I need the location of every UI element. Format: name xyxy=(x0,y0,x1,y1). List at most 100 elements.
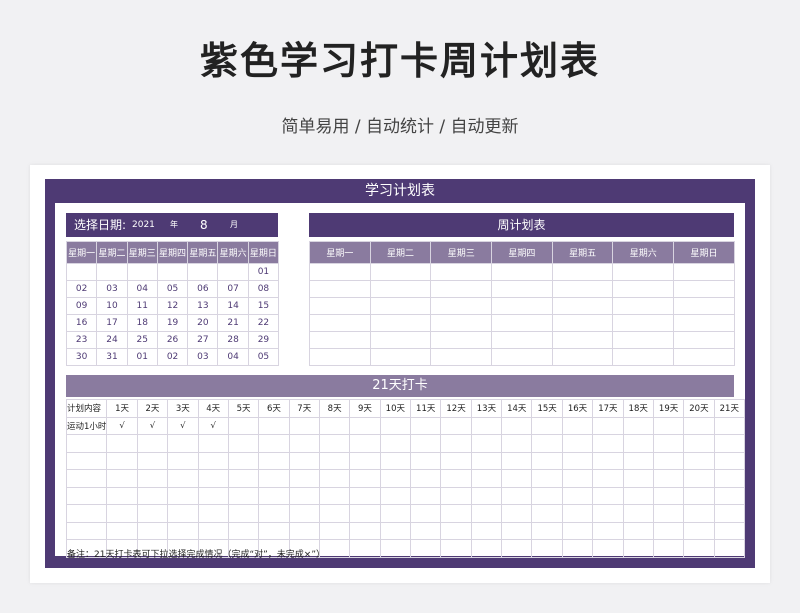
checkin-cell[interactable] xyxy=(197,451,229,470)
checkin-cell[interactable] xyxy=(501,539,533,558)
checkin-cell[interactable] xyxy=(136,521,169,540)
checkin-cell[interactable] xyxy=(167,521,199,540)
checkin-cell[interactable] xyxy=(288,504,320,523)
checkin-cell[interactable] xyxy=(379,469,412,488)
checkin-cell[interactable] xyxy=(561,469,594,488)
checkin-cell[interactable] xyxy=(288,521,320,540)
plan-cell[interactable] xyxy=(612,314,675,332)
checkin-cell[interactable] xyxy=(561,434,594,453)
checkin-cell[interactable] xyxy=(136,451,169,470)
checkin-cell[interactable] xyxy=(288,434,320,453)
checkin-cell[interactable] xyxy=(227,521,260,540)
checkin-mark[interactable]: √ xyxy=(167,416,199,435)
plan-cell[interactable] xyxy=(369,297,432,315)
checkin-mark[interactable] xyxy=(288,416,320,435)
checkin-cell[interactable] xyxy=(531,486,563,505)
checkin-cell[interactable] xyxy=(683,434,715,453)
plan-cell[interactable] xyxy=(491,297,553,315)
checkin-cell[interactable] xyxy=(379,504,412,523)
checkin-cell[interactable] xyxy=(410,451,442,470)
checkin-cell[interactable] xyxy=(561,539,594,558)
checkin-cell[interactable] xyxy=(227,469,260,488)
checkin-cell[interactable] xyxy=(531,434,563,453)
checkin-cell[interactable] xyxy=(470,504,503,523)
checkin-mark[interactable] xyxy=(379,416,412,435)
checkin-cell[interactable] xyxy=(349,434,381,453)
checkin-cell[interactable] xyxy=(470,451,503,470)
plan-cell[interactable] xyxy=(551,280,614,298)
checkin-cell[interactable] xyxy=(501,521,533,540)
plan-cell[interactable] xyxy=(369,331,432,349)
checkin-cell[interactable] xyxy=(349,539,381,558)
checkin-cell[interactable] xyxy=(410,504,442,523)
checkin-cell[interactable] xyxy=(258,469,290,488)
checkin-cell[interactable] xyxy=(592,486,624,505)
checkin-cell[interactable] xyxy=(440,539,472,558)
checkin-cell[interactable] xyxy=(227,486,260,505)
checkin-cell[interactable] xyxy=(258,521,290,540)
checkin-cell[interactable] xyxy=(592,521,624,540)
checkin-cell[interactable] xyxy=(652,486,685,505)
checkin-mark[interactable] xyxy=(470,416,503,435)
checkin-cell[interactable] xyxy=(683,504,715,523)
plan-cell[interactable] xyxy=(309,331,371,349)
checkin-cell[interactable] xyxy=(410,434,442,453)
checkin-cell[interactable] xyxy=(410,521,442,540)
checkin-mark[interactable]: √ xyxy=(106,416,138,435)
checkin-cell[interactable] xyxy=(652,434,685,453)
checkin-cell[interactable] xyxy=(167,486,199,505)
checkin-cell[interactable] xyxy=(106,521,138,540)
plan-cell[interactable] xyxy=(369,263,432,281)
checkin-cell[interactable] xyxy=(379,539,412,558)
checkin-cell[interactable] xyxy=(258,486,290,505)
checkin-cell[interactable] xyxy=(622,451,654,470)
checkin-cell[interactable] xyxy=(652,469,685,488)
checkin-cell[interactable] xyxy=(440,451,472,470)
checkin-cell[interactable] xyxy=(683,451,715,470)
checkin-cell[interactable] xyxy=(288,451,320,470)
plan-cell[interactable] xyxy=(491,348,553,366)
checkin-cell[interactable] xyxy=(167,469,199,488)
checkin-cell[interactable] xyxy=(683,486,715,505)
checkin-cell[interactable] xyxy=(197,434,229,453)
checkin-cell[interactable] xyxy=(318,434,351,453)
checkin-cell[interactable] xyxy=(440,504,472,523)
plan-cell[interactable] xyxy=(430,263,493,281)
checkin-cell[interactable] xyxy=(227,504,260,523)
plan-cell[interactable] xyxy=(309,348,371,366)
checkin-cell[interactable] xyxy=(592,504,624,523)
plan-cell[interactable] xyxy=(673,331,735,349)
checkin-cell[interactable] xyxy=(592,539,624,558)
plan-cell[interactable] xyxy=(491,263,553,281)
checkin-cell[interactable] xyxy=(713,521,745,540)
plan-cell[interactable] xyxy=(612,280,675,298)
checkin-cell[interactable] xyxy=(318,504,351,523)
checkin-mark[interactable] xyxy=(258,416,290,435)
plan-cell[interactable] xyxy=(309,280,371,298)
checkin-cell[interactable] xyxy=(258,504,290,523)
checkin-cell[interactable] xyxy=(318,469,351,488)
plan-cell[interactable] xyxy=(430,314,493,332)
plan-cell[interactable] xyxy=(673,280,735,298)
checkin-cell[interactable] xyxy=(713,469,745,488)
year-select[interactable]: 2021 xyxy=(132,213,155,237)
checkin-cell[interactable] xyxy=(197,521,229,540)
checkin-mark[interactable] xyxy=(440,416,472,435)
plan-cell[interactable] xyxy=(430,280,493,298)
checkin-cell[interactable] xyxy=(349,451,381,470)
checkin-cell[interactable] xyxy=(136,469,169,488)
checkin-cell[interactable] xyxy=(288,469,320,488)
plan-cell[interactable] xyxy=(369,280,432,298)
checkin-cell[interactable] xyxy=(379,486,412,505)
checkin-cell[interactable] xyxy=(592,434,624,453)
plan-cell[interactable] xyxy=(551,297,614,315)
checkin-cell[interactable] xyxy=(65,486,108,505)
checkin-cell[interactable] xyxy=(531,504,563,523)
checkin-cell[interactable] xyxy=(622,486,654,505)
checkin-cell[interactable] xyxy=(167,451,199,470)
checkin-mark[interactable] xyxy=(713,416,745,435)
checkin-cell[interactable] xyxy=(65,504,108,523)
plan-cell[interactable] xyxy=(673,297,735,315)
checkin-mark[interactable] xyxy=(652,416,685,435)
checkin-cell[interactable] xyxy=(501,451,533,470)
